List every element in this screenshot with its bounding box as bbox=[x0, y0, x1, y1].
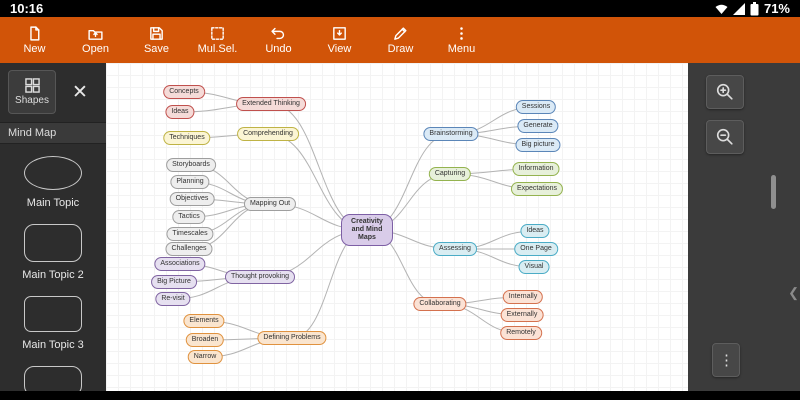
toolbar-view-button[interactable]: View bbox=[309, 17, 370, 63]
toolbar-new-button[interactable]: New bbox=[4, 17, 65, 63]
toolbar-label: Save bbox=[144, 43, 169, 55]
save-icon bbox=[148, 25, 165, 42]
ellipse-shape-icon bbox=[24, 156, 82, 190]
toolbar-label: Open bbox=[82, 43, 109, 55]
mindmap-node-comprehending[interactable]: Comprehending bbox=[237, 127, 299, 141]
chevron-left-icon[interactable]: ❮ bbox=[788, 285, 799, 301]
rounded-partial-shape-icon bbox=[24, 366, 82, 391]
mindmap-node-broaden[interactable]: Broaden bbox=[186, 333, 224, 347]
mindmap-node-visual[interactable]: Visual bbox=[519, 260, 550, 274]
shape-template-label: Main Topic bbox=[27, 197, 79, 209]
signal-icon bbox=[733, 3, 745, 15]
mindmap-edge bbox=[292, 230, 367, 338]
mindmap-node-assessing[interactable]: Assessing bbox=[433, 242, 477, 256]
right-panel: ❮ ⋮ bbox=[688, 63, 800, 391]
toolbar-draw-button[interactable]: Draw bbox=[370, 17, 431, 63]
mindmap-node-associations[interactable]: Associations bbox=[154, 257, 205, 271]
mindmap-node-sessions[interactable]: Sessions bbox=[516, 100, 556, 114]
toolbar-mul-sel-button[interactable]: Mul.Sel. bbox=[187, 17, 248, 63]
shape-template-list: Main Topic Main Topic 2 Main Topic 3 bbox=[0, 144, 106, 391]
more-options-button[interactable]: ⋮ bbox=[712, 343, 740, 377]
mindmap-node-onepage[interactable]: One Page bbox=[514, 242, 558, 256]
battery-icon bbox=[750, 2, 759, 16]
mindmap-node-extended[interactable]: Extended Thinking bbox=[236, 97, 306, 111]
mindmap-node-challenges[interactable]: Challenges bbox=[165, 242, 212, 256]
view-icon bbox=[331, 25, 348, 42]
mindmap-node-ideas-r[interactable]: Ideas bbox=[520, 224, 549, 238]
shapes-button-label: Shapes bbox=[15, 95, 49, 106]
toolbar-label: View bbox=[328, 43, 352, 55]
mindmap-node-narrow[interactable]: Narrow bbox=[188, 350, 223, 364]
shape-template-partial[interactable] bbox=[0, 366, 106, 376]
toolbar-label: Mul.Sel. bbox=[198, 43, 238, 55]
new-icon bbox=[26, 25, 43, 42]
canvas[interactable]: Creativity and Mind Maps Extended Thinkin… bbox=[106, 63, 688, 391]
toolbar-save-button[interactable]: Save bbox=[126, 17, 187, 63]
toolbar-open-button[interactable]: Open bbox=[65, 17, 126, 63]
zoom-in-button[interactable] bbox=[706, 75, 744, 109]
shape-template-main-topic[interactable]: Main Topic bbox=[0, 156, 106, 209]
shape-template-main-topic-3[interactable]: Main Topic 3 bbox=[0, 296, 106, 351]
close-icon[interactable]: ✕ bbox=[64, 76, 96, 108]
sidebar: Shapes ✕ Mind Map Main Topic Main Topic 2… bbox=[0, 63, 106, 391]
mindmap-node-revisit[interactable]: Re-visit bbox=[155, 292, 190, 306]
status-bar: 10:16 71% bbox=[0, 0, 800, 17]
mindmap-node-bigpicture-l[interactable]: Big Picture bbox=[151, 275, 197, 289]
mindmap-node-internally[interactable]: Internally bbox=[503, 290, 543, 304]
zoom-out-button[interactable] bbox=[706, 120, 744, 154]
navigation-bar bbox=[0, 391, 800, 400]
mindmap-node-objectives[interactable]: Objectives bbox=[170, 192, 215, 206]
rounded-shape-icon bbox=[24, 224, 82, 262]
undo-icon bbox=[270, 25, 287, 42]
mindmap-node-externally[interactable]: Externally bbox=[501, 308, 544, 322]
toolbar-label: Draw bbox=[388, 43, 414, 55]
wifi-icon bbox=[715, 3, 728, 15]
toolbar-undo-button[interactable]: Undo bbox=[248, 17, 309, 63]
mindmap-node-timescales[interactable]: Timescales bbox=[166, 227, 213, 241]
mindmap-node-collaborating[interactable]: Collaborating bbox=[413, 297, 466, 311]
vertical-scrollbar[interactable] bbox=[771, 175, 776, 209]
shape-template-label: Main Topic 3 bbox=[22, 339, 84, 351]
mindmap-node-bigpicture-r[interactable]: Big picture bbox=[515, 138, 560, 152]
content: Shapes ✕ Mind Map Main Topic Main Topic 2… bbox=[0, 63, 800, 391]
mindmap-node-remotely[interactable]: Remotely bbox=[500, 326, 542, 340]
toolbar: New Open Save Mul.Sel. Undo View Draw Menu bbox=[0, 17, 800, 63]
toolbar-menu-button[interactable]: Menu bbox=[431, 17, 492, 63]
menu-icon bbox=[453, 25, 470, 42]
toolbar-label: Undo bbox=[265, 43, 291, 55]
mindmap-node-planning[interactable]: Planning bbox=[170, 175, 209, 189]
mindmap-node-ideas-l[interactable]: Ideas bbox=[165, 105, 194, 119]
mindmap-node-expectations[interactable]: Expectations bbox=[511, 182, 563, 196]
sidebar-top: Shapes ✕ bbox=[0, 63, 106, 120]
mindmap-node-capturing[interactable]: Capturing bbox=[429, 167, 471, 181]
grid-icon bbox=[25, 78, 40, 93]
rounded2-shape-icon bbox=[24, 296, 82, 332]
mindmap-node-tactics[interactable]: Tactics bbox=[172, 210, 205, 224]
mindmap-node-information[interactable]: Information bbox=[512, 162, 559, 176]
mindmap-node-elements[interactable]: Elements bbox=[183, 314, 224, 328]
mindmap-node-generate[interactable]: Generate bbox=[517, 119, 558, 133]
sidebar-section-title: Mind Map bbox=[0, 122, 106, 144]
mindmap-node-defining[interactable]: Defining Problems bbox=[257, 331, 326, 345]
open-icon bbox=[87, 25, 104, 42]
mindmap-edge bbox=[271, 104, 367, 230]
shape-template-main-topic-2[interactable]: Main Topic 2 bbox=[0, 224, 106, 281]
screen: 10:16 71% New Open Save Mul.Sel. Undo View Dra… bbox=[0, 0, 800, 400]
mindmap-node-techniques[interactable]: Techniques bbox=[163, 131, 210, 145]
status-icons: 71% bbox=[715, 1, 790, 16]
mindmap-node-concepts[interactable]: Concepts bbox=[163, 85, 205, 99]
mindmap-node-brainstorming[interactable]: Brainstorming bbox=[423, 127, 478, 141]
mindmap-node-thought[interactable]: Thought provoking bbox=[225, 270, 295, 284]
battery-percent: 71% bbox=[764, 1, 790, 16]
toolbar-label: New bbox=[23, 43, 45, 55]
draw-icon bbox=[392, 25, 409, 42]
mindmap-node-storyboards[interactable]: Storyboards bbox=[166, 158, 216, 172]
toolbar-label: Menu bbox=[448, 43, 476, 55]
clock: 10:16 bbox=[10, 1, 43, 16]
shape-template-label: Main Topic 2 bbox=[22, 269, 84, 281]
mindmap-node-root[interactable]: Creativity and Mind Maps bbox=[341, 214, 393, 246]
shapes-button[interactable]: Shapes bbox=[8, 70, 56, 114]
mul-sel-icon bbox=[209, 25, 226, 42]
mindmap-node-mapping[interactable]: Mapping Out bbox=[244, 197, 296, 211]
